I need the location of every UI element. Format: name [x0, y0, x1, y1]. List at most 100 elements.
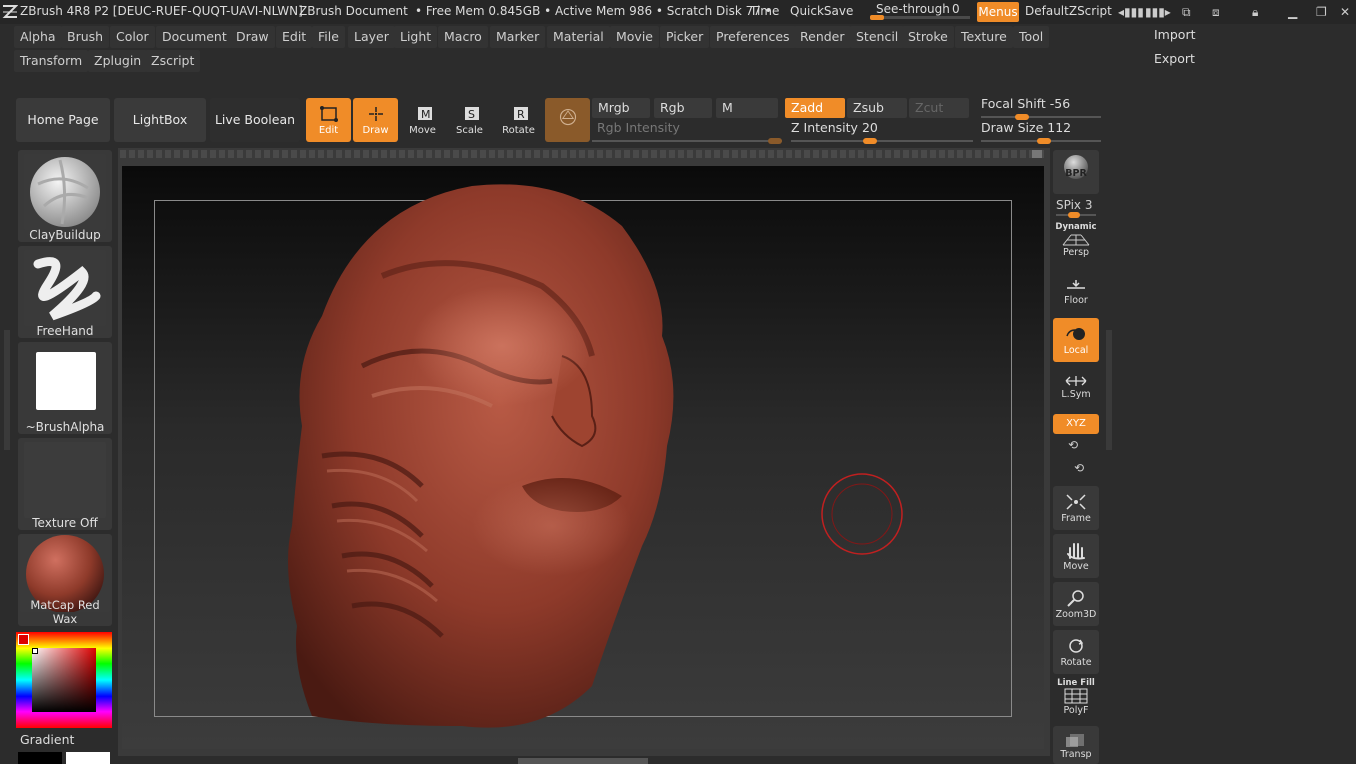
- menu-draw[interactable]: Draw: [230, 26, 275, 48]
- see-through-slider[interactable]: See-through 0: [870, 2, 970, 20]
- primary-color-swatch[interactable]: [66, 752, 110, 764]
- local-button[interactable]: Local: [1053, 318, 1099, 362]
- see-through-knob[interactable]: [870, 15, 884, 20]
- minimize-icon[interactable]: ▁: [1288, 5, 1297, 19]
- secondary-color-swatch[interactable]: [18, 752, 62, 764]
- bpr-label: BPR: [1065, 168, 1087, 179]
- menu-color[interactable]: Color: [110, 26, 155, 48]
- home-page-button[interactable]: Home Page: [16, 98, 110, 142]
- draw-size-slider[interactable]: Draw Size 112: [981, 120, 1101, 144]
- canvas-scroll-handle[interactable]: [1032, 150, 1042, 158]
- menu-zplugin[interactable]: Zplugin: [88, 50, 148, 72]
- zsub-button[interactable]: Zsub: [847, 98, 907, 118]
- spix-knob[interactable]: [1068, 212, 1080, 218]
- default-zscript-button[interactable]: DefaultZScript: [1025, 4, 1112, 18]
- menu-material[interactable]: Material: [547, 26, 610, 48]
- menu-zscript[interactable]: Zscript: [145, 50, 201, 72]
- lsym-button[interactable]: L.Sym: [1053, 370, 1099, 406]
- right-tray-gripper[interactable]: [1106, 330, 1112, 450]
- palette-right-icon[interactable]: ▮▮▮▸: [1145, 5, 1171, 19]
- rgb-button[interactable]: Rgb: [654, 98, 712, 118]
- viewport-3d[interactable]: [122, 166, 1044, 749]
- menu-bar: Alpha Brush Color Document Draw Edit Fil…: [0, 24, 1140, 72]
- menu-edit[interactable]: Edit: [276, 26, 313, 48]
- transp-button[interactable]: Transp: [1053, 726, 1099, 764]
- menu-document[interactable]: Document: [156, 26, 233, 48]
- menu-alpha[interactable]: Alpha: [14, 26, 62, 48]
- menu-texture[interactable]: Texture: [955, 26, 1013, 48]
- live-boolean-button[interactable]: Live Boolean: [210, 98, 300, 142]
- menu-transform[interactable]: Transform: [14, 50, 89, 72]
- palette-left-icon[interactable]: ◂▮▮▮: [1118, 5, 1144, 19]
- spix-slider[interactable]: SPix 3: [1056, 198, 1100, 218]
- move-icon: M: [417, 107, 432, 121]
- main-color-swatch[interactable]: [18, 634, 29, 645]
- stroke-selector[interactable]: FreeHand: [18, 246, 112, 338]
- brush-selector[interactable]: ClayBuildup: [18, 150, 112, 242]
- menus-toggle-button[interactable]: Menus: [977, 2, 1019, 22]
- y-rotate-icon[interactable]: ⟲: [1068, 438, 1078, 452]
- texture-selector[interactable]: Texture Off: [18, 438, 112, 530]
- menu-preferences[interactable]: Preferences: [710, 26, 796, 48]
- canvas-top-scrollbar[interactable]: [120, 150, 1045, 158]
- export-button[interactable]: Export: [1154, 51, 1195, 66]
- zoom3d-button[interactable]: Zoom3D: [1053, 582, 1099, 626]
- material-swatch-button[interactable]: [545, 98, 590, 142]
- mrgb-button[interactable]: Mrgb: [592, 98, 650, 118]
- left-tray-gripper[interactable]: [4, 330, 10, 450]
- xyz-rotate-button[interactable]: XYZ: [1053, 414, 1099, 434]
- menu-tool[interactable]: Tool: [1013, 26, 1050, 48]
- layout-b-icon[interactable]: ⧈: [1212, 5, 1220, 20]
- persp-button[interactable]: Dynamic Persp: [1053, 220, 1099, 262]
- menu-macro[interactable]: Macro: [438, 26, 488, 48]
- z-rotate-icon[interactable]: ⟲: [1074, 461, 1084, 475]
- zadd-button[interactable]: Zadd: [785, 98, 845, 118]
- rgb-intensity-slider[interactable]: Rgb Intensity: [592, 120, 782, 144]
- m-button[interactable]: M: [716, 98, 778, 118]
- scale-label: Scale: [456, 125, 483, 136]
- draw-mode-button[interactable]: Draw: [353, 98, 398, 142]
- menu-movie[interactable]: Movie: [610, 26, 659, 48]
- menu-render[interactable]: Render: [794, 26, 851, 48]
- edit-mode-button[interactable]: Edit: [306, 98, 351, 142]
- floor-button[interactable]: Floor: [1053, 268, 1099, 310]
- menu-stencil[interactable]: Stencil: [850, 26, 905, 48]
- draw-size-knob[interactable]: [1037, 138, 1051, 144]
- close-icon[interactable]: ✕: [1340, 5, 1350, 19]
- frame-button[interactable]: Frame: [1053, 486, 1099, 530]
- menu-file[interactable]: File: [312, 26, 345, 48]
- menu-layer[interactable]: Layer: [348, 26, 395, 48]
- z-intensity-knob[interactable]: [863, 138, 877, 144]
- polyf-button[interactable]: Line Fill PolyF: [1053, 678, 1099, 720]
- gradient-label[interactable]: Gradient: [20, 732, 74, 747]
- menu-picker[interactable]: Picker: [660, 26, 710, 48]
- material-selector[interactable]: MatCap Red Wax: [18, 534, 112, 626]
- time-label[interactable]: Time: [750, 4, 779, 18]
- lock-icon[interactable]: 🔒︎: [1252, 5, 1258, 20]
- color-cursor[interactable]: [32, 648, 38, 654]
- bottom-tray-handle[interactable]: [518, 758, 648, 764]
- rotate-mode-button[interactable]: R Rotate: [496, 98, 541, 142]
- z-intensity-slider[interactable]: Z Intensity 20: [791, 120, 973, 144]
- rotate-view-button[interactable]: Rotate: [1053, 630, 1099, 674]
- move-view-button[interactable]: Move: [1053, 534, 1099, 578]
- focal-shift-slider[interactable]: Focal Shift -56: [981, 96, 1101, 120]
- rgb-intensity-knob[interactable]: [768, 138, 782, 144]
- menu-marker[interactable]: Marker: [490, 26, 546, 48]
- lightbox-button[interactable]: LightBox: [114, 98, 206, 142]
- move-mode-button[interactable]: M Move: [400, 98, 445, 142]
- saturation-value-square[interactable]: [32, 648, 96, 712]
- bpr-button[interactable]: BPR: [1053, 150, 1099, 194]
- sculpted-head-mesh[interactable]: [122, 166, 1044, 749]
- menu-stroke[interactable]: Stroke: [902, 26, 954, 48]
- menu-brush[interactable]: Brush: [61, 26, 110, 48]
- import-button[interactable]: Import: [1154, 27, 1196, 42]
- restore-icon[interactable]: ❐: [1316, 5, 1327, 19]
- quicksave-button[interactable]: QuickSave: [790, 4, 853, 18]
- alpha-selector[interactable]: ~BrushAlpha: [18, 342, 112, 434]
- layout-a-icon[interactable]: ⧉: [1182, 5, 1191, 20]
- menu-light[interactable]: Light: [394, 26, 438, 48]
- scale-mode-button[interactable]: S Scale: [447, 98, 492, 142]
- color-picker[interactable]: [16, 632, 112, 728]
- zcut-button[interactable]: Zcut: [909, 98, 969, 118]
